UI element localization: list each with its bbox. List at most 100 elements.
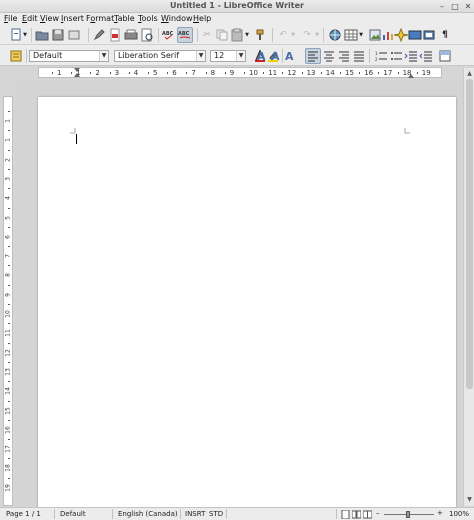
table-dropdown-icon[interactable]: ▼ xyxy=(358,28,364,42)
open-icon[interactable] xyxy=(35,28,49,42)
menu-format[interactable]: Format xyxy=(86,14,114,24)
increase-indent-icon[interactable] xyxy=(404,49,418,63)
clone-formatting-icon[interactable] xyxy=(254,28,268,42)
justify-icon[interactable] xyxy=(352,49,366,63)
image-icon[interactable] xyxy=(368,28,382,42)
vertical-scrollbar[interactable]: ▲ ▼ xyxy=(463,68,474,506)
minimize-icon[interactable]: – xyxy=(437,2,447,11)
paste-dropdown-icon[interactable]: ▼ xyxy=(244,28,250,42)
scrollbar-thumb[interactable] xyxy=(466,79,473,389)
edit-file-icon[interactable] xyxy=(92,28,106,42)
svg-text:1: 1 xyxy=(375,51,378,56)
numbering-icon[interactable]: 12 xyxy=(374,49,388,63)
maximize-icon[interactable]: □ xyxy=(450,2,460,11)
hyperlink-icon[interactable] xyxy=(328,28,342,42)
ruler-tick-label: 5 xyxy=(4,215,12,220)
chart-icon[interactable] xyxy=(381,28,395,42)
export-pdf-icon[interactable] xyxy=(108,28,122,42)
align-right-icon[interactable] xyxy=(337,49,351,63)
align-center-icon[interactable] xyxy=(322,49,336,63)
page-count[interactable]: Page 1 / 1 xyxy=(6,510,41,519)
document-page[interactable] xyxy=(38,97,456,517)
ruler-tick-mark xyxy=(8,168,10,170)
ruler-tick-label: 8 xyxy=(210,69,216,77)
menu-view[interactable]: View xyxy=(40,14,59,24)
decrease-indent-icon[interactable] xyxy=(419,49,433,63)
zoom-slider[interactable] xyxy=(384,511,434,518)
export-icon[interactable] xyxy=(67,28,81,42)
zoom-level[interactable]: 100% xyxy=(449,510,469,519)
zoom-out-icon[interactable]: – xyxy=(376,509,380,518)
paragraph-style-value: Default xyxy=(33,51,63,60)
paragraph-background-icon[interactable] xyxy=(438,49,452,63)
shadow-font-icon[interactable]: A xyxy=(284,49,296,63)
save-icon[interactable] xyxy=(51,28,65,42)
data-sources-icon[interactable] xyxy=(422,28,436,42)
ruler-tick-label: 1 xyxy=(57,69,62,77)
selection-mode[interactable]: STD xyxy=(209,510,223,519)
vertical-ruler[interactable]: 1 1 2 3 4 5 6 7 8 9 10 11 12 13 14 15 16 17 18 19 xyxy=(3,96,13,506)
print-icon[interactable] xyxy=(124,28,138,42)
menu-table[interactable]: Table xyxy=(114,14,135,24)
chevron-down-icon[interactable]: ▼ xyxy=(99,51,108,61)
new-dropdown-icon[interactable]: ▼ xyxy=(22,28,28,42)
table-icon[interactable] xyxy=(344,28,358,42)
zoom-slider-handle[interactable] xyxy=(406,511,410,518)
redo-dropdown-icon[interactable]: ▼ xyxy=(314,28,320,42)
standard-toolbar: ▼ ABC ABC ✂ ▼ ↶ ▼ ↷ ▼ ▼ ¶ xyxy=(0,25,474,45)
formatting-marks-icon[interactable]: ¶ xyxy=(438,28,452,42)
language[interactable]: English (Canada) xyxy=(118,510,178,519)
navigator-icon[interactable] xyxy=(393,27,409,43)
ruler-tick-label: 18 xyxy=(402,69,412,77)
ruler-tick-label: 11 xyxy=(4,329,12,338)
single-page-view-icon[interactable] xyxy=(341,510,350,519)
copy-icon[interactable] xyxy=(215,28,229,42)
outline-a-icon[interactable]: A xyxy=(256,49,268,63)
font-size-select[interactable]: 12 ▼ xyxy=(210,50,246,62)
svg-text:A: A xyxy=(271,50,280,63)
menu-tools[interactable]: Tools xyxy=(138,14,158,24)
ruler-tick-mark xyxy=(301,72,303,74)
book-view-icon[interactable] xyxy=(363,510,372,519)
print-preview-icon[interactable] xyxy=(140,28,154,42)
ruler-tick-label: 12 xyxy=(4,348,12,357)
styles-formatting-icon[interactable] xyxy=(9,49,23,63)
menu-file[interactable]: File xyxy=(4,14,17,24)
ruler-tick-mark xyxy=(205,72,207,74)
menu-window[interactable]: Window xyxy=(161,14,193,24)
chevron-down-icon[interactable]: ▼ xyxy=(196,51,205,61)
a-icon[interactable]: A xyxy=(270,49,282,63)
multi-page-view-icon[interactable] xyxy=(352,510,361,519)
menu-help[interactable]: Help xyxy=(193,14,211,24)
new-document-icon[interactable] xyxy=(9,28,23,42)
paragraph-style-select[interactable]: Default ▼ xyxy=(29,50,109,62)
gallery-icon[interactable] xyxy=(408,28,422,42)
bullets-icon[interactable] xyxy=(389,49,403,63)
zoom-in-icon[interactable]: + xyxy=(437,509,443,518)
menu-insert[interactable]: Insert xyxy=(61,14,84,24)
status-bar: Page 1 / 1 Default English (Canada) INSR… xyxy=(0,507,474,520)
page-style[interactable]: Default xyxy=(60,510,86,519)
undo-icon[interactable]: ↶ xyxy=(276,28,290,42)
ruler-tick-label: 10 xyxy=(4,310,12,318)
scroll-up-icon[interactable]: ▲ xyxy=(465,69,474,78)
scroll-down-icon[interactable]: ▼ xyxy=(465,495,474,504)
ruler-tick-label: 16 xyxy=(364,69,374,77)
undo-dropdown-icon[interactable]: ▼ xyxy=(290,28,296,42)
ruler-tick-mark xyxy=(359,72,361,74)
auto-spellcheck-icon[interactable]: ABC xyxy=(177,27,193,43)
ruler-tick-mark xyxy=(128,72,130,74)
ruler-tick-label: 13 xyxy=(306,69,316,77)
insert-mode[interactable]: INSRT xyxy=(185,510,205,519)
menu-edit[interactable]: Edit xyxy=(22,14,38,24)
align-left-icon[interactable] xyxy=(305,48,321,64)
spellcheck-icon[interactable]: ABC xyxy=(162,28,176,42)
redo-icon[interactable]: ↷ xyxy=(300,28,314,42)
close-icon[interactable]: ✕ xyxy=(463,2,473,11)
font-name-select[interactable]: Liberation Serif ▼ xyxy=(114,50,206,62)
paste-icon[interactable] xyxy=(230,28,244,42)
cut-icon[interactable]: ✂ xyxy=(200,28,214,42)
menu-bar: File Edit View Insert Format Table Tools… xyxy=(0,13,474,25)
horizontal-ruler[interactable]: 1 1 2 3 4 5 6 7 8 9 10 11 12 13 14 15 16 17 18 19 xyxy=(38,67,442,78)
chevron-down-icon[interactable]: ▼ xyxy=(236,51,245,61)
